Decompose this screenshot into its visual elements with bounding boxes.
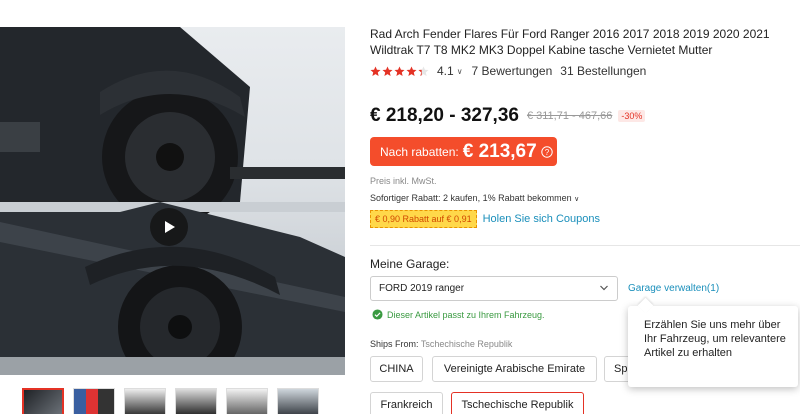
rating-stars[interactable]: [370, 65, 429, 77]
thumbnail[interactable]: [226, 388, 268, 414]
check-circle-icon: [372, 309, 383, 320]
garage-tooltip: Erzählen Sie uns mehr über Ihr Fahrzeug,…: [628, 306, 798, 387]
discount-badge: -30%: [618, 110, 646, 122]
play-video-button[interactable]: [150, 208, 188, 246]
reviews-count[interactable]: 7 Bewertungen: [472, 64, 553, 78]
ships-from-label: Ships From:: [370, 339, 419, 349]
get-coupons-link[interactable]: Holen Sie sich Coupons: [483, 213, 600, 225]
truck-photo: [0, 27, 345, 375]
tax-note: Preis inkl. MwSt.: [370, 176, 437, 186]
divider: [370, 245, 800, 246]
star-icon: [382, 65, 393, 76]
chevron-down-icon[interactable]: ∨: [457, 67, 463, 76]
thumbnail[interactable]: [22, 388, 64, 414]
price-range: € 218,20 - 327,36: [370, 105, 519, 126]
info-icon[interactable]: ?: [540, 145, 553, 158]
promo-label: Nach rabatten:: [380, 144, 459, 159]
garage-label: Meine Garage:: [370, 257, 450, 271]
coupon-tag[interactable]: € 0,90 Rabatt auf € 0,91: [370, 210, 477, 228]
star-icon: [394, 65, 405, 76]
play-icon: [165, 221, 175, 233]
ship-option-czech[interactable]: Tschechische Republik: [451, 392, 584, 414]
ships-from-value: Tschechische Republik: [420, 339, 513, 349]
fitment-text: Dieser Artikel passt zu Ihrem Fahrzeug.: [387, 309, 545, 320]
instant-discount-text: Sofortiger Rabatt: 2 kaufen, 1% Rabatt b…: [370, 193, 572, 203]
fitment-message: Dieser Artikel passt zu Ihrem Fahrzeug.: [372, 309, 545, 320]
promo-price: € 213,67: [462, 140, 537, 162]
rating-row: 4.1 ∨ 7 Bewertungen 31 Bestellungen: [370, 64, 646, 78]
price-row: € 218,20 - 327,36 € 311,71 - 467,66 -30%: [370, 105, 646, 127]
ships-from: Ships From: Tschechische Republik: [370, 339, 512, 349]
thumbnail[interactable]: [73, 388, 115, 414]
original-price: € 311,71 - 467,66: [526, 110, 613, 122]
thumbnail[interactable]: [277, 388, 319, 414]
rating-value[interactable]: 4.1: [437, 64, 454, 78]
star-icon: [370, 65, 381, 76]
manage-garage-link[interactable]: Garage verwalten(1): [628, 283, 719, 294]
instant-discount[interactable]: Sofortiger Rabatt: 2 kaufen, 1% Rabatt b…: [370, 193, 579, 203]
ship-option-france[interactable]: Frankreich: [370, 392, 443, 414]
promo-price-box: Nach rabatten: € 213,67 ?: [370, 137, 557, 166]
thumbnail-strip: [22, 388, 319, 414]
main-product-image[interactable]: [0, 27, 345, 375]
thumbnail[interactable]: [175, 388, 217, 414]
star-half-icon: [418, 65, 429, 76]
coupon-row: € 0,90 Rabatt auf € 0,91 Holen Sie sich …: [370, 210, 600, 228]
star-icon: [406, 65, 417, 76]
chevron-down-icon: ∨: [574, 196, 580, 203]
ship-option-china[interactable]: CHINA: [370, 356, 423, 382]
product-title: Rad Arch Fender Flares Für Ford Ranger 2…: [370, 27, 770, 57]
product-gallery: [0, 0, 345, 414]
selected-vehicle: FORD 2019 ranger: [379, 283, 465, 294]
svg-text:?: ?: [544, 148, 549, 157]
thumbnail[interactable]: [124, 388, 166, 414]
orders-count: 31 Bestellungen: [560, 64, 647, 78]
chevron-down-icon: [600, 285, 608, 291]
garage-vehicle-select[interactable]: FORD 2019 ranger: [370, 276, 618, 301]
ship-option-uae[interactable]: Vereinigte Arabische Emirate: [432, 356, 597, 382]
